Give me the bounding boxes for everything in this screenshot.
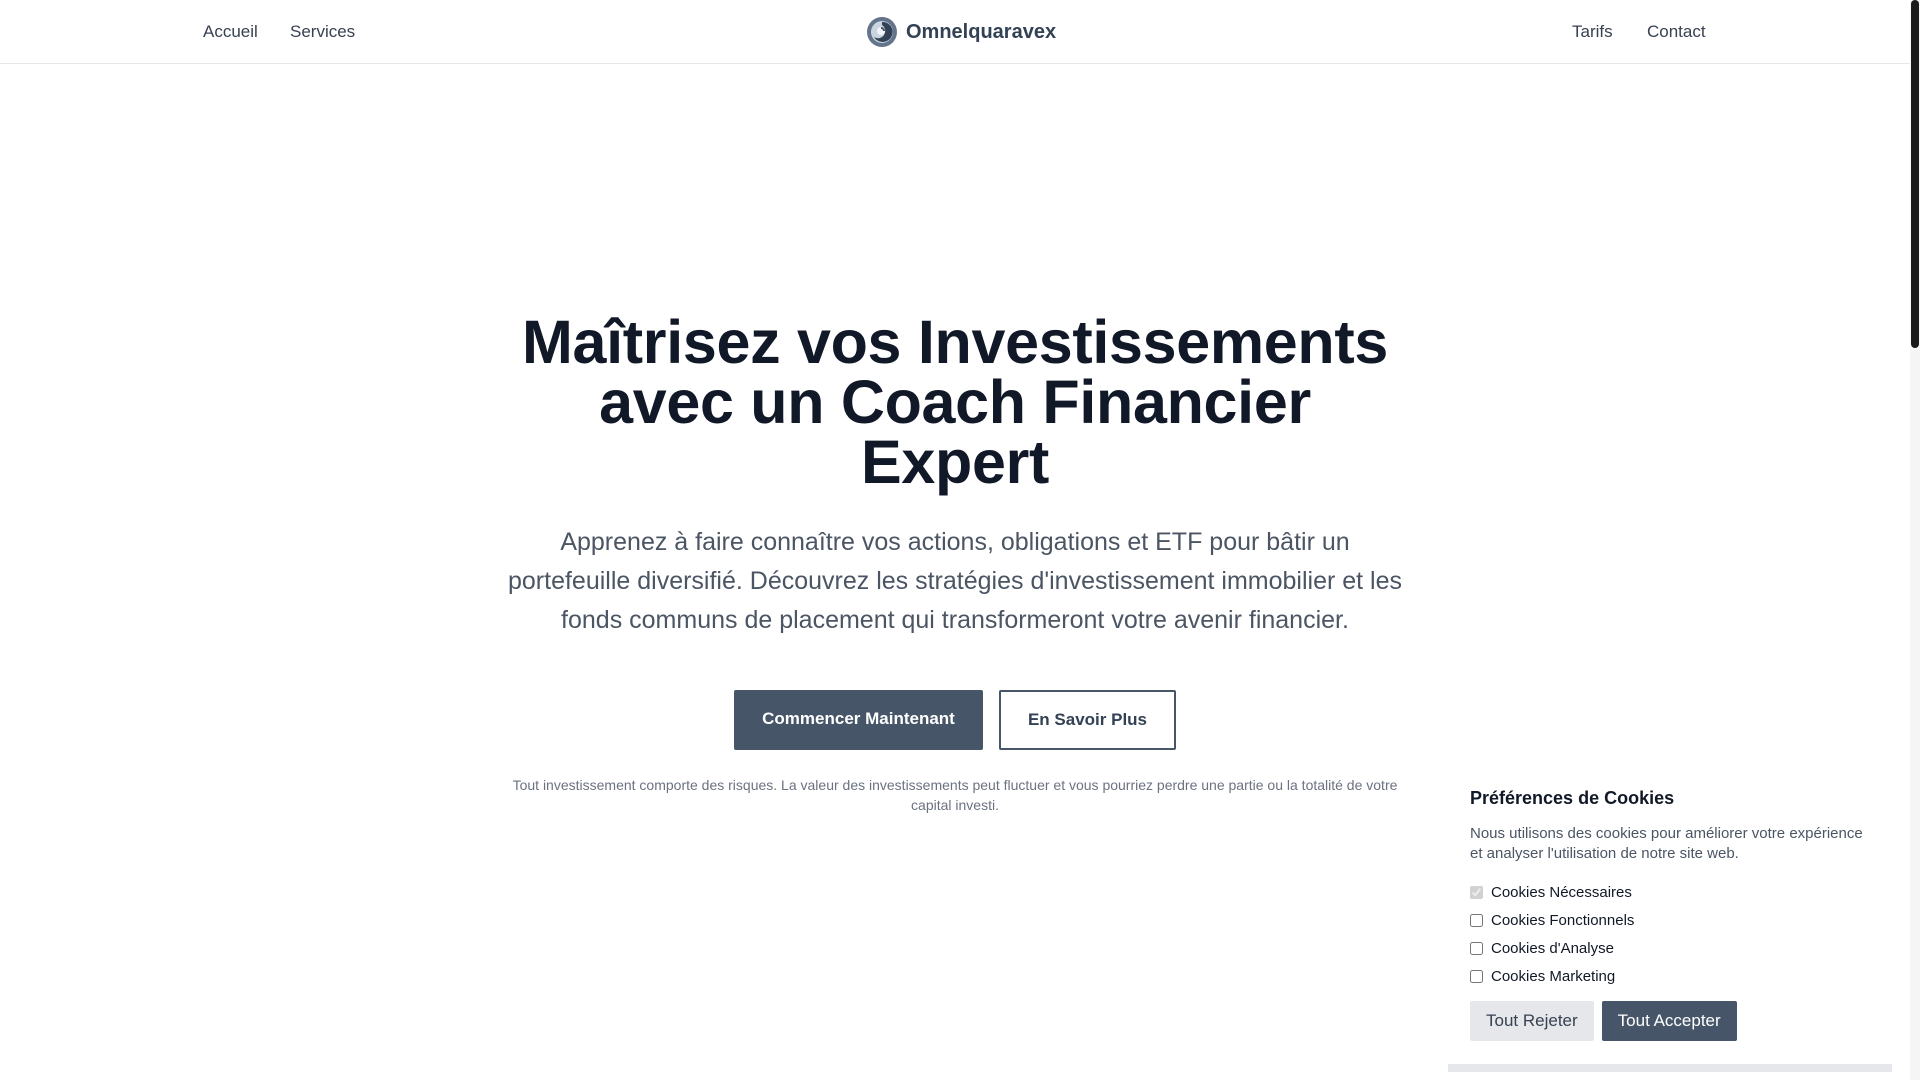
reject-all-cookies-button[interactable]: Tout Rejeter <box>1470 1001 1594 1041</box>
cookie-option-label: Cookies Nécessaires <box>1491 883 1632 901</box>
swirl-logo-icon <box>867 17 897 47</box>
cookie-option-necessary[interactable]: Cookies Nécessaires <box>1470 878 1850 906</box>
page-scrollbar-thumb[interactable] <box>1911 0 1919 348</box>
start-now-button[interactable]: Commencer Maintenant <box>734 690 983 750</box>
cookie-option-functional[interactable]: Cookies Fonctionnels <box>1470 906 1850 934</box>
hero-actions: Commencer Maintenant En Savoir Plus <box>480 690 1430 750</box>
nav-link-contact[interactable]: Contact <box>1647 21 1706 43</box>
nav-link-services[interactable]: Services <box>290 21 355 43</box>
hero-section: Maîtrisez vos Investissements avec un Co… <box>480 312 1430 815</box>
cookie-preferences-panel: Préférences de Cookies Nous utilisons de… <box>1448 768 1892 1080</box>
cookie-option-label: Cookies Fonctionnels <box>1491 911 1635 929</box>
cookie-options: Cookies Nécessaires Cookies Fonctionnels… <box>1470 878 1850 990</box>
nav-link-tarifs[interactable]: Tarifs <box>1572 21 1613 43</box>
hero-title-line: Expert <box>860 428 1050 496</box>
page-scrollbar-track[interactable] <box>1910 0 1920 1080</box>
cookie-panel-bottom-bar <box>1448 1064 1892 1072</box>
hero-subtitle: Apprenez à faire connaître vos actions, … <box>507 528 1403 634</box>
hero-title-line: Maîtrisez vos Investissements <box>521 308 1389 376</box>
cookie-option-label: Cookies d'Analyse <box>1491 939 1614 957</box>
cookie-option-marketing[interactable]: Cookies Marketing <box>1470 962 1850 990</box>
cookie-panel-title: Préférences de Cookies <box>1470 788 1675 808</box>
nav-link-accueil[interactable]: Accueil <box>203 21 258 43</box>
cookie-functional-checkbox[interactable] <box>1470 913 1483 927</box>
cookie-marketing-checkbox[interactable] <box>1470 969 1483 983</box>
brand-name: Omnelquaravex <box>906 21 1057 43</box>
site-header: Accueil Services Omnelquaravex Tarifs Co… <box>0 0 1910 64</box>
hero-title-line: avec un Coach Financier <box>599 368 1311 436</box>
cookie-panel-description: Nous utilisons des cookies pour améliore… <box>1470 825 1863 862</box>
risk-disclaimer: Tout investissement comporte des risques… <box>512 777 1398 813</box>
cookie-actions: Tout Rejeter Tout Accepter <box>1470 1001 1737 1041</box>
brand[interactable]: Omnelquaravex <box>866 14 1056 50</box>
cookie-option-analytics[interactable]: Cookies d'Analyse <box>1470 934 1850 962</box>
cookie-analytics-checkbox[interactable] <box>1470 941 1483 955</box>
cookie-necessary-checkbox[interactable] <box>1470 885 1483 899</box>
accept-all-cookies-button[interactable]: Tout Accepter <box>1601 1001 1737 1041</box>
learn-more-button[interactable]: En Savoir Plus <box>999 690 1176 750</box>
hero-title: Maîtrisez vos Investissements avec un Co… <box>480 312 1430 493</box>
cookie-option-label: Cookies Marketing <box>1491 967 1616 985</box>
